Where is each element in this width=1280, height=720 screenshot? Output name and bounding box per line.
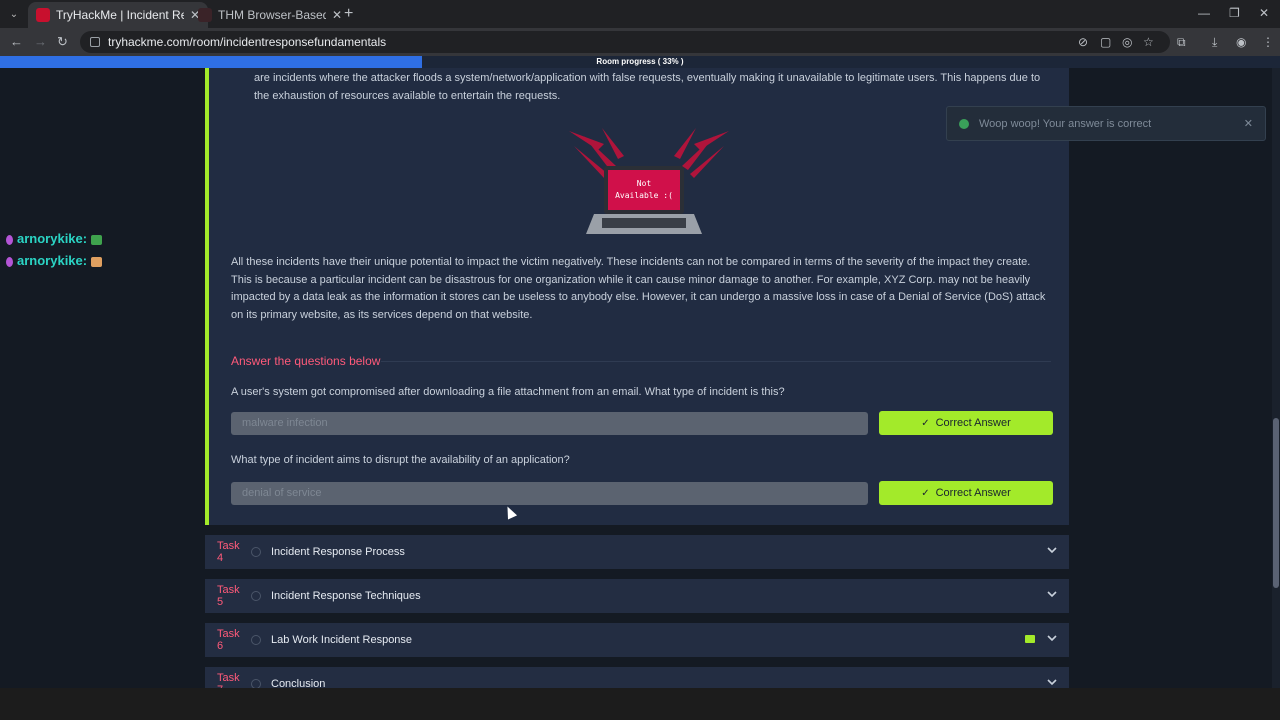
task-content-card: are incidents where the attacker floods … (205, 68, 1069, 525)
button-label: Correct Answer (935, 417, 1011, 429)
close-tab-icon[interactable]: ✕ (332, 8, 342, 22)
scrollbar-thumb[interactable] (1273, 418, 1279, 588)
button-label: Correct Answer (935, 487, 1011, 499)
task-status-circle-icon (251, 635, 261, 645)
chat-message: arnorykike: (6, 253, 103, 268)
profile-icon[interactable]: ◉ (1236, 35, 1246, 49)
new-tab-icon[interactable]: + (344, 5, 353, 23)
browser-tab-bar: ⌄ TryHackMe | Incident Response ✕ THM Br… (0, 0, 1280, 28)
task-5-row[interactable]: Task 5 Incident Response Techniques (205, 579, 1069, 613)
clipboard-icon[interactable]: ▢ (1100, 35, 1111, 49)
task-status-circle-icon (251, 547, 261, 557)
url-text: tryhackme.com/room/incidentresponsefunda… (108, 35, 387, 49)
answer-1-input[interactable]: malware infection (231, 412, 868, 435)
extensions-icon[interactable]: ⧉ (1177, 35, 1186, 50)
user-badge-icon (6, 234, 13, 245)
bottom-bar (0, 688, 1280, 720)
emote-icon (91, 256, 103, 267)
bookmark-star-icon[interactable]: ☆ (1143, 35, 1154, 49)
chat-username: arnorykike: (17, 231, 88, 246)
chevron-down-icon[interactable] (1047, 589, 1057, 599)
success-check-icon (959, 118, 969, 129)
page-scrollbar[interactable] (1272, 68, 1280, 688)
task-title: Lab Work Incident Response (271, 634, 413, 646)
chevron-down-icon[interactable] (1047, 677, 1057, 687)
reload-icon[interactable]: ↻ (57, 34, 68, 50)
page-content: arnorykike: arnorykike: are incidents wh… (0, 68, 1280, 688)
screen-text-line1: Not (637, 179, 652, 188)
task-6-row[interactable]: Task 6 Lab Work Incident Response (205, 623, 1069, 657)
eye-off-icon[interactable]: ⊘ (1078, 35, 1088, 49)
restore-icon[interactable]: ❐ (1229, 6, 1240, 20)
success-toast: Woop woop! Your answer is correct ✕ (946, 106, 1266, 141)
room-progress-label: Room progress ( 33% ) (596, 57, 684, 66)
forward-icon[interactable]: → (34, 34, 47, 49)
chat-message: arnorykike: (6, 231, 103, 246)
impact-paragraph: All these incidents have their unique po… (231, 256, 1046, 321)
close-window-icon[interactable]: ✕ (1259, 6, 1269, 20)
back-icon[interactable]: ← (10, 34, 23, 49)
task-title: Conclusion (271, 678, 326, 688)
task-number: Task 7 (217, 672, 240, 688)
download-icon[interactable]: ⤓ (1212, 35, 1217, 50)
browser-toolbar: ← → ↻ tryhackme.com/room/incidentrespons… (0, 28, 1280, 56)
task-number: Task 6 (217, 628, 240, 652)
answer-2-input[interactable]: denial of service (231, 482, 868, 505)
task-number: Task 5 (217, 584, 240, 608)
tab-thm-browser[interactable]: THM Browser-Based ✕ (190, 2, 350, 28)
chat-username: arnorykike: (17, 253, 88, 268)
minimize-icon[interactable]: — (1198, 6, 1210, 20)
tab-title: THM Browser-Based (218, 8, 326, 22)
site-info-icon[interactable] (90, 37, 100, 47)
more-menu-icon[interactable]: ⋮ (1262, 35, 1274, 49)
laptop-keyboard (602, 218, 686, 228)
tab-search-icon[interactable]: ⌄ (4, 4, 24, 24)
check-icon: ✓ (921, 417, 930, 429)
emote-icon (91, 234, 103, 245)
task-status-circle-icon (251, 679, 261, 688)
task-7-row[interactable]: Task 7 Conclusion (205, 667, 1069, 688)
privacy-icon[interactable]: ◎ (1122, 35, 1132, 49)
screen-text-line2: Available :( (615, 191, 673, 200)
dos-illustration: Not Available :( (569, 128, 729, 234)
correct-answer-1-button[interactable]: ✓ Correct Answer (879, 411, 1053, 435)
task-title: Incident Response Process (271, 546, 405, 558)
dos-description: are incidents where the attacker floods … (254, 72, 1041, 102)
task-number: Task 4 (217, 540, 240, 564)
question-2-text: What type of incident aims to disrupt th… (231, 454, 570, 466)
lab-machine-icon (1025, 635, 1035, 643)
chevron-down-icon[interactable] (1047, 545, 1057, 555)
thm-favicon-icon (198, 8, 212, 22)
task-status-circle-icon (251, 591, 261, 601)
tab-title: TryHackMe | Incident Response (56, 8, 184, 22)
room-progress-bar: Room progress ( 33% ) (0, 56, 1280, 68)
task-4-row[interactable]: Task 4 Incident Response Process (205, 535, 1069, 569)
check-icon: ✓ (921, 487, 930, 499)
tab-tryhackme[interactable]: TryHackMe | Incident Response ✕ (28, 2, 208, 28)
correct-answer-2-button[interactable]: ✓ Correct Answer (879, 481, 1053, 505)
user-badge-icon (6, 256, 13, 267)
questions-heading: Answer the questions below (231, 354, 381, 368)
chevron-down-icon[interactable] (1047, 633, 1057, 643)
toast-message: Woop woop! Your answer is correct (979, 117, 1152, 130)
questions-divider (381, 361, 1051, 362)
task-title: Incident Response Techniques (271, 590, 421, 602)
question-1-text: A user's system got compromised after do… (231, 386, 785, 398)
close-toast-icon[interactable]: ✕ (1244, 117, 1253, 130)
tryhackme-favicon-icon (36, 8, 50, 22)
address-bar[interactable]: tryhackme.com/room/incidentresponsefunda… (80, 31, 1170, 53)
laptop-screen (608, 170, 680, 210)
